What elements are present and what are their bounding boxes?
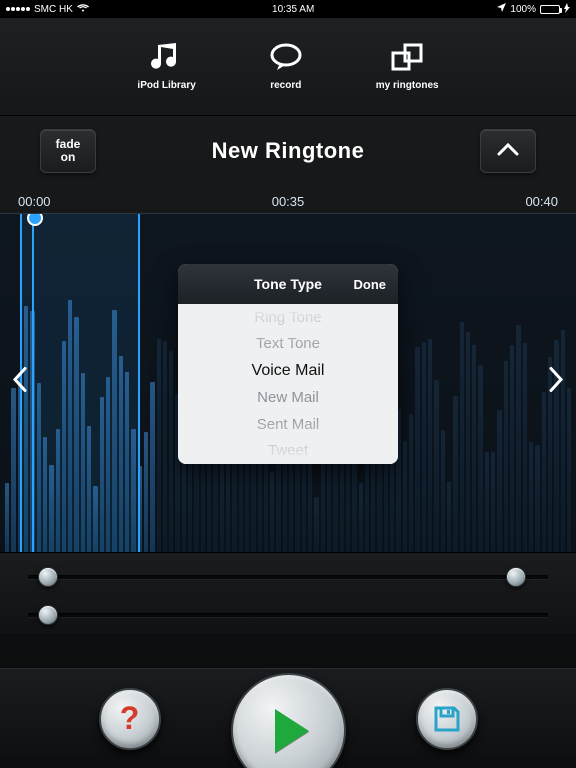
carrier-label: SMC HK bbox=[34, 4, 73, 15]
timecode-mid: 00:35 bbox=[272, 194, 305, 209]
status-time: 10:35 AM bbox=[272, 4, 314, 15]
sliders-panel bbox=[0, 553, 576, 633]
tone-type-picker[interactable]: Ring ToneText ToneVoice MailNew MailSent… bbox=[178, 304, 398, 464]
tone-type-popover: Tone Type Done Ring ToneText ToneVoice M… bbox=[178, 264, 398, 464]
help-button[interactable]: ? bbox=[99, 688, 161, 750]
picker-option[interactable]: Tweet bbox=[268, 437, 308, 464]
picker-option[interactable]: New Mail bbox=[257, 384, 319, 411]
volume-knob[interactable] bbox=[38, 605, 58, 625]
picker-option[interactable]: Ring Tone bbox=[254, 304, 321, 331]
chevron-up-icon bbox=[497, 142, 519, 161]
slider-track bbox=[28, 575, 548, 579]
speech-bubble-icon bbox=[266, 42, 306, 74]
location-icon bbox=[497, 3, 506, 15]
tab-label: my ringtones bbox=[376, 80, 439, 91]
popover-header: Tone Type Done bbox=[178, 264, 398, 304]
battery-pct: 100% bbox=[510, 4, 536, 15]
chevron-right-icon bbox=[548, 368, 564, 399]
tab-record[interactable]: record bbox=[266, 42, 306, 91]
squares-icon bbox=[387, 42, 427, 74]
trim-end-knob[interactable] bbox=[506, 567, 526, 587]
wifi-icon bbox=[77, 3, 89, 15]
chevron-left-icon bbox=[12, 368, 28, 399]
tab-label: record bbox=[270, 80, 301, 91]
timecode-row: 00:00 00:35 00:40 bbox=[0, 186, 576, 213]
tab-label: iPod Library bbox=[137, 80, 195, 91]
picker-option[interactable]: Text Tone bbox=[256, 331, 320, 358]
question-icon: ? bbox=[120, 700, 140, 737]
picker-option[interactable]: Sent Mail bbox=[257, 411, 320, 438]
play-icon bbox=[275, 709, 309, 753]
top-tabs: iPod Library record my ringtones bbox=[0, 18, 576, 116]
popover-title: Tone Type bbox=[254, 276, 322, 292]
next-button[interactable] bbox=[538, 357, 574, 410]
slider-track bbox=[28, 613, 548, 617]
trim-start-knob[interactable] bbox=[38, 567, 58, 587]
save-button[interactable] bbox=[416, 688, 478, 750]
page-title: New Ringtone bbox=[212, 138, 365, 164]
prev-button[interactable] bbox=[2, 357, 38, 410]
tab-ipod-library[interactable]: iPod Library bbox=[137, 42, 195, 91]
fade-line2: on bbox=[61, 151, 76, 164]
collapse-button[interactable] bbox=[480, 129, 536, 173]
charging-icon bbox=[564, 3, 570, 16]
done-button[interactable]: Done bbox=[354, 277, 387, 292]
timecode-start: 00:00 bbox=[18, 194, 51, 209]
signal-dots-icon bbox=[6, 7, 30, 11]
play-button[interactable] bbox=[231, 673, 346, 768]
title-bar: fade on New Ringtone bbox=[0, 116, 576, 186]
status-bar: SMC HK 10:35 AM 100% bbox=[0, 0, 576, 18]
tab-my-ringtones[interactable]: my ringtones bbox=[376, 42, 439, 91]
music-note-icon bbox=[147, 42, 187, 74]
fade-toggle-button[interactable]: fade on bbox=[40, 129, 96, 173]
battery-icon bbox=[540, 5, 560, 14]
timecode-end: 00:40 bbox=[525, 194, 558, 209]
volume-slider[interactable] bbox=[28, 605, 548, 625]
trim-range-slider[interactable] bbox=[28, 567, 548, 587]
selection-range[interactable] bbox=[20, 214, 140, 552]
save-icon bbox=[432, 704, 462, 734]
bottom-controls: ? bbox=[0, 668, 576, 768]
picker-option[interactable]: Voice Mail bbox=[252, 357, 325, 384]
